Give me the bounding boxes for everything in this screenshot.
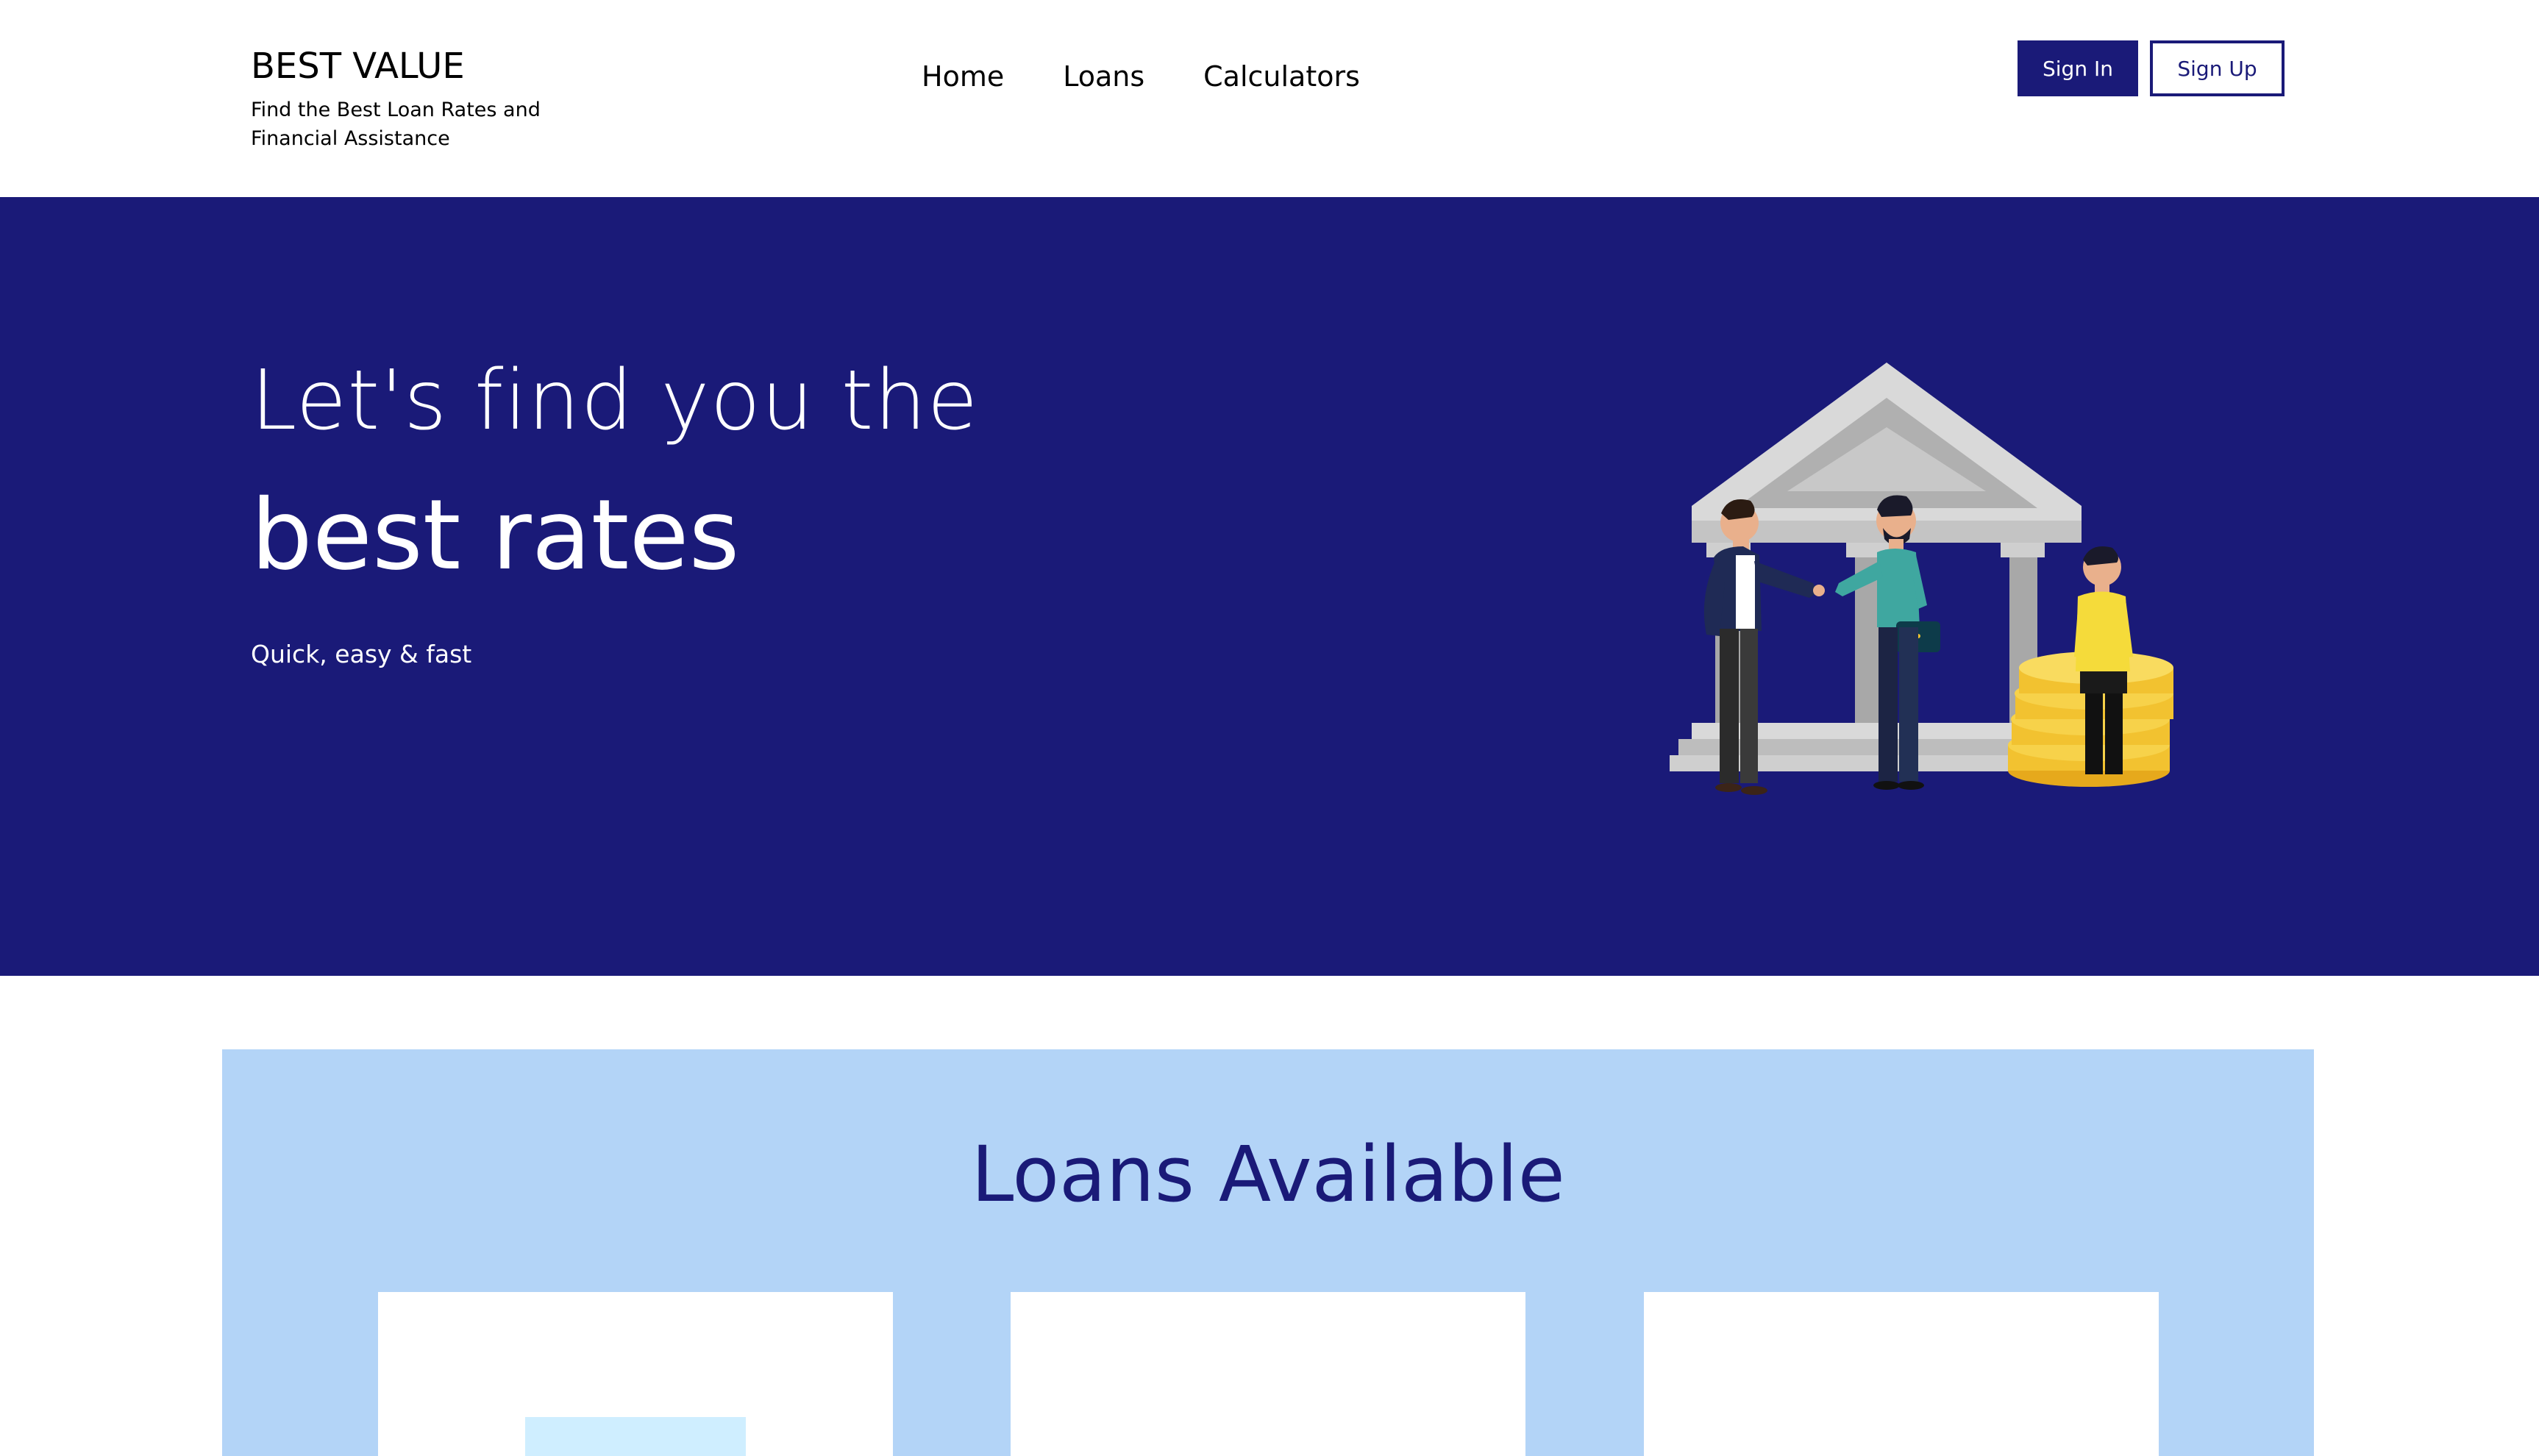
brand-title[interactable]: BEST VALUE (251, 44, 560, 88)
loans-section-title: Loans Available (971, 1130, 1565, 1219)
sign-up-button[interactable]: Sign Up (2150, 40, 2285, 96)
loan-card-image (525, 1417, 746, 1456)
loans-section: Loans Available (222, 1049, 2314, 1456)
hero-heading-line2: best rates (251, 479, 740, 592)
sign-in-button[interactable]: Sign In (2018, 40, 2138, 96)
nav-home[interactable]: Home (922, 57, 1004, 96)
auth-buttons: Sign In Sign Up (2018, 40, 2285, 96)
nav-loans[interactable]: Loans (1063, 57, 1144, 96)
hero-heading-line1: Let's find you the (251, 353, 979, 449)
loan-card[interactable] (1011, 1292, 1525, 1456)
loan-card[interactable] (1644, 1292, 2159, 1456)
main-nav: Home Loans Calculators (922, 57, 1419, 96)
bank-handshake-illustration (1670, 363, 2173, 795)
site-header: BEST VALUE Find the Best Loan Rates and … (0, 0, 2539, 197)
brand-tagline: Find the Best Loan Rates and Financial A… (251, 99, 541, 150)
nav-calculators[interactable]: Calculators (1203, 57, 1360, 96)
brand[interactable]: BEST VALUE Find the Best Loan Rates and … (251, 44, 560, 153)
hero-banner: Let's find you the best rates Quick, eas… (0, 197, 2539, 976)
loan-card[interactable] (378, 1292, 893, 1456)
hero-subtitle: Quick, easy & fast (251, 640, 472, 668)
